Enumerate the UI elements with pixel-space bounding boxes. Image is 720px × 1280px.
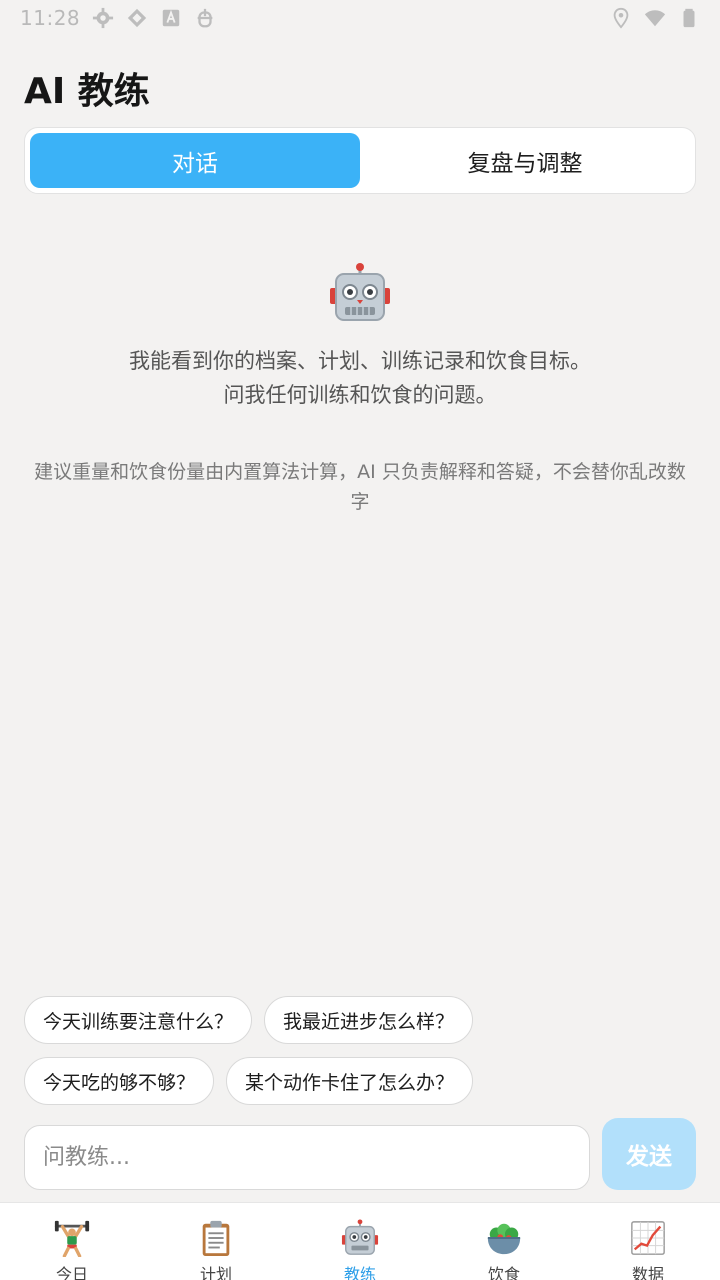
nav-label: 今日 [55, 1265, 88, 1280]
status-time: 11:28 [20, 6, 81, 30]
weightlifter-icon [53, 1219, 91, 1257]
salad-icon [485, 1219, 523, 1257]
send-button[interactable]: 发送 [602, 1118, 696, 1190]
robot-icon [341, 1219, 379, 1257]
bug-icon [194, 7, 216, 29]
empty-state-line-2: 问我任何训练和饮食的问题。 [223, 383, 497, 407]
location-icon [610, 7, 632, 29]
font-icon [160, 7, 182, 29]
nav-item-today[interactable]: 今日 [0, 1203, 144, 1280]
suggestion-chip[interactable]: 今天训练要注意什么？ [24, 996, 253, 1044]
page-title: AI 教练 [24, 71, 150, 112]
tab-chat[interactable]: 对话 [30, 133, 360, 188]
message-input[interactable] [24, 1125, 590, 1190]
empty-state-line-1: 我能看到你的档案、计划、训练记录和饮食目标。 [129, 349, 591, 373]
sync-icon [126, 7, 148, 29]
suggestion-chips: 今天训练要注意什么？ 我最近进步怎么样？ 今天吃的够不够？ 某个动作卡住了怎么办… [24, 996, 704, 1118]
chart-icon [629, 1219, 667, 1257]
nav-label: 饮食 [487, 1265, 520, 1280]
gear-icon [92, 7, 114, 29]
nav-label: 计划 [199, 1265, 232, 1280]
empty-state: 我能看到你的档案、计划、训练记录和饮食目标。 问我任何训练和饮食的问题。 [0, 262, 720, 412]
nav-label: 教练 [343, 1265, 376, 1280]
suggestion-chip[interactable]: 今天吃的够不够？ [24, 1057, 215, 1105]
battery-icon [678, 7, 700, 29]
status-bar: 11:28 [0, 0, 720, 36]
wifi-icon [644, 7, 666, 29]
composer: 发送 [24, 1118, 696, 1190]
suggestion-chip[interactable]: 我最近进步怎么样？ [264, 996, 474, 1044]
disclaimer-text: 建议重量和饮食份量由内置算法计算，AI 只负责解释和答疑，不会替你乱改数字 [34, 461, 686, 513]
robot-icon [328, 262, 392, 330]
nav-item-coach[interactable]: 教练 [288, 1203, 432, 1280]
mode-tabs: 对话 复盘与调整 [24, 127, 696, 194]
tab-review-adjust[interactable]: 复盘与调整 [360, 133, 690, 188]
clipboard-icon [197, 1219, 235, 1257]
nav-label: 数据 [631, 1265, 664, 1280]
nav-item-diet[interactable]: 饮食 [432, 1203, 576, 1280]
bottom-nav: 今日 计划 教练 饮食 数据 [0, 1202, 720, 1280]
nav-item-data[interactable]: 数据 [576, 1203, 720, 1280]
suggestion-chip[interactable]: 某个动作卡住了怎么办？ [226, 1057, 474, 1105]
nav-item-plan[interactable]: 计划 [144, 1203, 288, 1280]
